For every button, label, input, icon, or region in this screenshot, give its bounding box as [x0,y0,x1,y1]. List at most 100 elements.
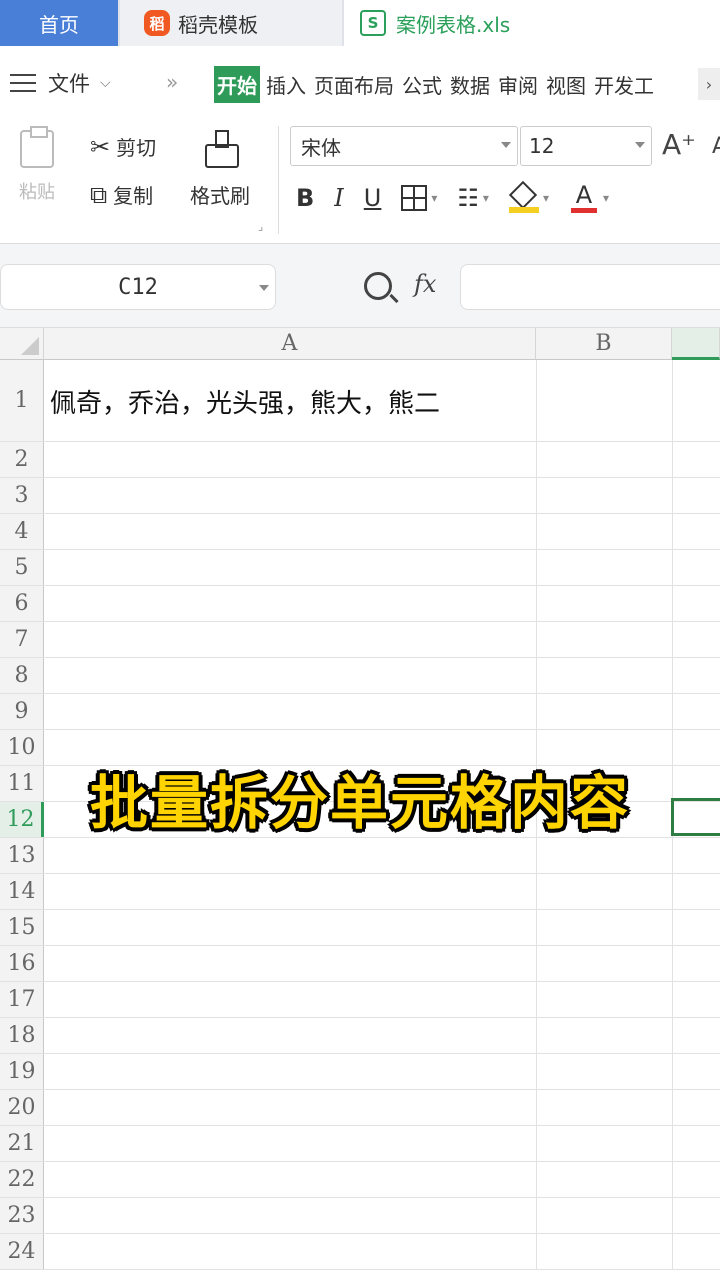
column-gridline [536,1162,537,1197]
column-gridline [672,1018,673,1053]
ribbon-tab-insert[interactable]: 插入 [264,66,308,103]
chevron-down-icon: ▾ [431,191,438,205]
table-row: 1 佩奇，乔治，光头强，熊大，熊二 [0,360,720,442]
table-row: 8 [0,658,720,694]
row-header[interactable]: 8 [0,658,44,693]
column-gridline [672,910,673,945]
table-row: 17 [0,982,720,1018]
more-menu-button[interactable]: » [166,70,178,94]
row-header[interactable]: 2 [0,442,44,477]
column-gridline [672,1198,673,1233]
column-gridline [536,550,537,585]
column-gridline [672,1162,673,1197]
row-header[interactable]: 15 [0,910,44,945]
row-header[interactable]: 6 [0,586,44,621]
font-family-select[interactable]: 宋体 [290,126,518,166]
dropdown-arrow-icon [259,285,269,291]
table-row: 19 [0,1054,720,1090]
column-header-b[interactable]: B [536,328,672,360]
ribbon-tab-home[interactable]: 开始 [214,66,260,103]
column-gridline [672,550,673,585]
chevron-down-icon: ▾ [482,191,489,205]
row-header[interactable]: 14 [0,874,44,909]
column-header-c[interactable] [672,328,720,360]
select-all-corner[interactable] [0,328,44,360]
column-header-a[interactable]: A [44,328,536,360]
row-header[interactable]: 16 [0,946,44,981]
copy-button[interactable]: ⧉ 复制 [90,180,153,209]
row-header[interactable]: 23 [0,1198,44,1233]
ribbon-tab-data[interactable]: 数据 [448,66,492,103]
column-gridline [672,514,673,549]
ribbon-tab-formulas[interactable]: 公式 [400,66,444,103]
table-row: 13 [0,838,720,874]
bold-button[interactable]: B [296,178,314,218]
formula-input[interactable] [460,264,720,310]
row-header[interactable]: 13 [0,838,44,873]
underline-button[interactable]: U [364,178,382,218]
tab-file-label: 案例表格.xls [396,12,511,37]
borders-icon [401,185,428,211]
format-painter-button[interactable]: 格式刷 [190,130,250,209]
chevron-down-icon: ▾ [602,191,609,205]
insert-function-button[interactable]: fx [414,270,436,298]
row-header[interactable]: 21 [0,1126,44,1161]
cut-button[interactable]: ✂ 剪切 [90,132,156,161]
font-size-select[interactable]: 12 [520,126,652,166]
cell-style-icon: ☷ [457,184,479,212]
font-color-button[interactable]: A ▾ [569,178,609,218]
tab-docer-templates[interactable]: 稻 稻壳模板 [120,0,342,46]
column-gridline [536,1018,537,1053]
table-row: 23 [0,1198,720,1234]
column-gridline [672,360,673,441]
row-header[interactable]: 1 [0,360,44,441]
row-header[interactable]: 19 [0,1054,44,1089]
ribbon-tab-review[interactable]: 审阅 [496,66,540,103]
row-header[interactable]: 4 [0,514,44,549]
cell-a1[interactable]: 佩奇，乔治，光头强，熊大，熊二 [50,360,440,442]
row-header[interactable]: 22 [0,1162,44,1197]
table-row: 16 [0,946,720,982]
column-gridline [672,442,673,477]
table-row: 21 [0,1126,720,1162]
row-header[interactable]: 24 [0,1234,44,1269]
table-row: 14 [0,874,720,910]
row-header[interactable]: 5 [0,550,44,585]
tab-file[interactable]: S 案例表格.xls [344,0,720,46]
italic-button[interactable]: I [334,178,343,218]
cell-style-button[interactable]: ☷ ▾ [457,178,489,218]
format-row: B I U ▾ ☷ ▾ ▾ A ▾ [296,178,629,218]
row-header[interactable]: 7 [0,622,44,657]
decrease-font-size-button[interactable]: A [712,134,720,159]
tab-docer-label: 稻壳模板 [178,12,258,37]
fill-color-button[interactable]: ▾ [508,178,549,218]
spreadsheet-icon: S [360,10,386,36]
table-row: 7 [0,622,720,658]
tab-home[interactable]: 首页 [0,0,118,46]
name-box[interactable]: C12 [0,264,276,310]
chevron-down-icon: ⌵ [100,75,111,91]
paste-button[interactable]: 粘贴 [8,126,66,204]
row-header[interactable]: 18 [0,1018,44,1053]
column-gridline [672,838,673,873]
row-header[interactable]: 3 [0,478,44,513]
dialog-launcher-icon[interactable]: ⌟ [258,220,263,233]
file-menu[interactable]: 文件 ⌵ [10,68,111,98]
row-header[interactable]: 9 [0,694,44,729]
ribbon-tab-developer[interactable]: 开发工 [592,66,656,103]
toolbar-divider [278,126,279,234]
column-gridline [536,658,537,693]
table-row: 18 [0,1018,720,1054]
column-gridline [672,1090,673,1125]
increase-font-size-button[interactable]: A⁺ [662,128,696,161]
ribbon-tab-page-layout[interactable]: 页面布局 [312,66,396,103]
ribbon-scroll-right-button[interactable]: › [698,68,720,100]
row-header[interactable]: 20 [0,1090,44,1125]
row-header[interactable]: 17 [0,982,44,1017]
zoom-icon[interactable] [364,272,392,300]
column-gridline [672,1054,673,1089]
clipboard-icon [20,126,54,168]
ribbon-tab-view[interactable]: 视图 [544,66,588,103]
formula-bar: C12 fx [0,244,720,328]
borders-button[interactable]: ▾ [401,178,437,218]
